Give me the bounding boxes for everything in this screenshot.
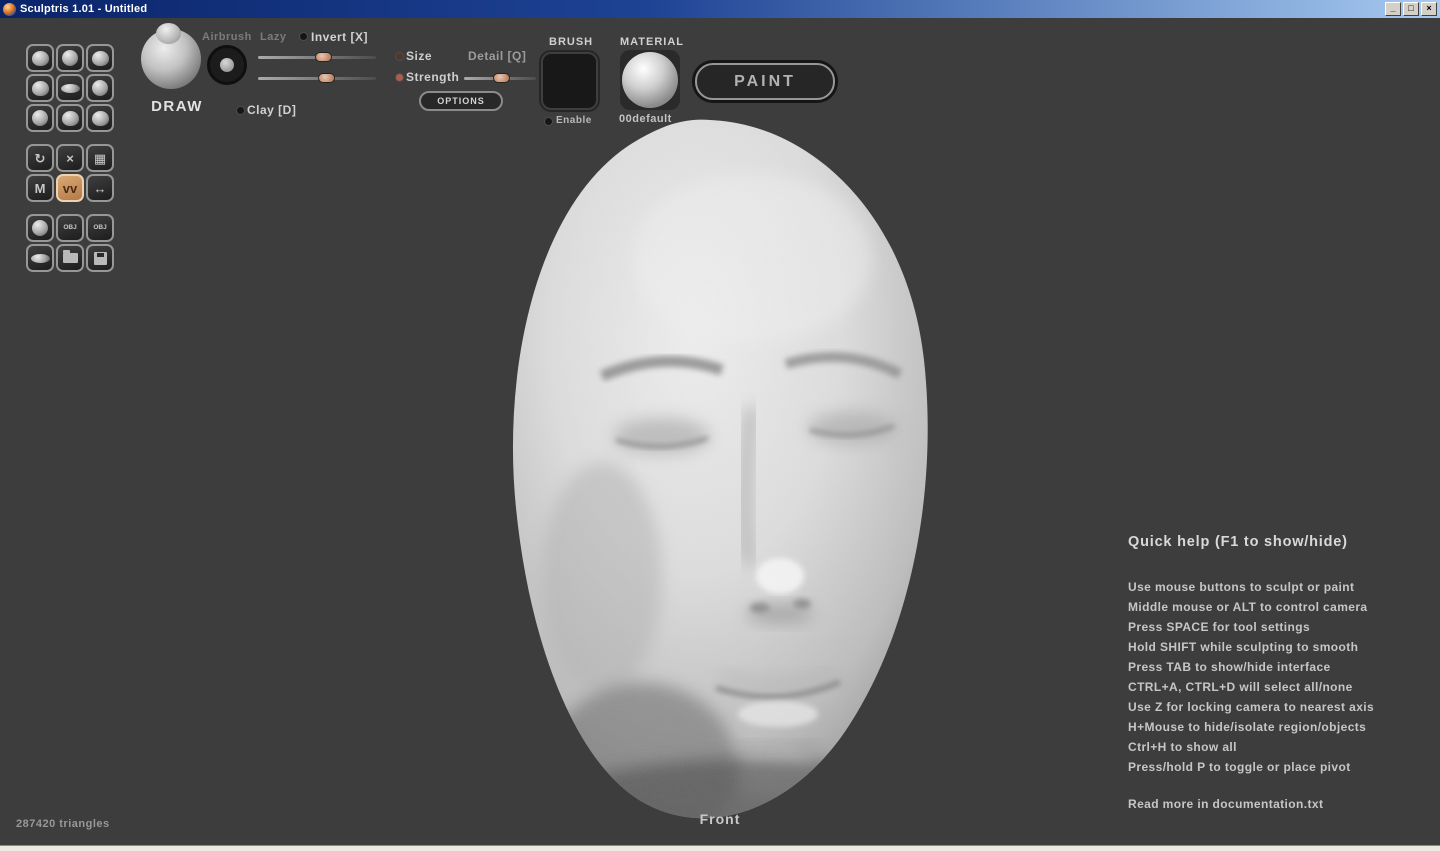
minimize-button[interactable]: _ [1385,2,1401,16]
new-sphere-icon [32,220,48,236]
help-line: Middle mouse or ALT to control camera [1128,597,1433,617]
help-line: H+Mouse to hide/isolate region/objects [1128,717,1433,737]
window-title: Sculptris 1.01 - Untitled [20,3,147,15]
quick-help-lines: Use mouse buttons to sculpt or paintMidd… [1128,577,1433,777]
export-obj-button[interactable]: OBJ [86,214,114,242]
flatten-tool-button[interactable] [56,74,84,102]
pinch-tool-button[interactable] [56,104,84,132]
quick-help-footer: Read more in documentation.txt [1128,797,1433,811]
size-radio[interactable] [396,53,403,60]
wireframe-toggle-icon: vv [63,182,77,195]
restore-button[interactable]: □ [1403,2,1419,16]
clay-radio[interactable] [237,107,244,114]
draw-tool-label: DRAW [146,98,208,115]
help-line: Ctrl+H to show all [1128,737,1433,757]
reduce-selected-button[interactable]: ↻ [26,144,54,172]
save-file-button[interactable] [86,244,114,272]
new-plane-icon [31,254,50,263]
options-button[interactable]: OPTIONS [419,91,503,111]
grab-tool-icon [92,80,108,96]
brush-enable-radio[interactable] [545,118,552,125]
symmetry-toggle-icon: ↔ [94,182,107,195]
sculptris-window: Sculptris 1.01 - Untitled _ □ × [0,0,1440,851]
open-file-button[interactable] [56,244,84,272]
inflate-tool-icon [32,110,48,126]
subdivide-all-button[interactable]: ▦ [86,144,114,172]
detail-slider-handle[interactable] [493,73,510,83]
inflate-tool-button[interactable] [26,104,54,132]
help-line: Hold SHIFT while sculpting to smooth [1128,637,1433,657]
brush-preview-sphere[interactable] [141,29,201,89]
scale-tool-icon [92,51,109,66]
window-controls: _ □ × [1385,2,1437,16]
open-file-icon [63,253,78,263]
material-name: 00default [619,113,672,125]
help-line: Use mouse buttons to sculpt or paint [1128,577,1433,597]
grab-tool-button[interactable] [86,74,114,102]
quick-help-title: Quick help (F1 to show/hide) [1128,534,1433,550]
help-line: Press TAB to show/hide interface [1128,657,1433,677]
strength-slider-track[interactable] [258,77,376,80]
strength-radio[interactable] [396,74,403,81]
import-obj-icon: OBJ [63,225,76,232]
mask-toggle-button[interactable]: M [26,174,54,202]
view-orientation-label: Front [659,811,781,827]
invert-radio[interactable] [300,33,307,40]
brush-section-label: BRUSH [549,36,593,48]
size-slider-handle[interactable] [315,52,332,62]
brush-enable-label: Enable [556,115,592,126]
title-bar[interactable]: Sculptris 1.01 - Untitled _ □ × [0,0,1440,18]
quick-help-panel: Quick help (F1 to show/hide) Use mouse b… [1128,534,1433,811]
close-button[interactable]: × [1421,2,1437,16]
sculpt-tool-group [26,44,114,132]
clay-label: Clay [D] [247,103,296,117]
help-line: Press SPACE for tool settings [1128,617,1433,637]
scale-tool-button[interactable] [86,44,114,72]
wireframe-toggle-button[interactable]: vv [56,174,84,202]
material-section-label: MATERIAL [620,36,684,48]
detail-label: Detail [Q] [468,49,526,63]
save-file-icon [94,252,107,265]
app-icon [3,3,16,16]
draw-tool-icon [32,81,49,96]
airbrush-falloff-preview[interactable] [207,45,247,85]
clear-mask-icon: × [66,152,74,165]
help-line: Press/hold P to toggle or place pivot [1128,757,1433,777]
mask-toggle-icon: M [35,182,46,195]
strength-label: Strength [406,70,459,84]
help-line: CTRL+A, CTRL+D will select all/none [1128,677,1433,697]
horizontal-scrollbar[interactable] [0,845,1440,851]
smooth-tool-button[interactable] [86,104,114,132]
crease-tool-icon [32,51,49,66]
brush-texture-slot[interactable] [541,52,598,110]
clear-mask-button[interactable]: × [56,144,84,172]
size-label: Size [406,49,432,63]
reduce-selected-icon: ↻ [35,152,46,165]
export-obj-icon: OBJ [93,225,106,232]
mesh-option-group: ↻ × ▦ Mvv ↔ [26,144,114,202]
new-plane-button[interactable] [26,244,54,272]
lazy-label[interactable]: Lazy [260,31,286,43]
material-sphere-icon [622,52,678,108]
smooth-tool-icon [92,111,109,126]
strength-slider-handle[interactable] [318,73,335,83]
new-sphere-button[interactable] [26,214,54,242]
symmetry-toggle-button[interactable]: ↔ [86,174,114,202]
crease-tool-button[interactable] [26,44,54,72]
subdivide-all-icon: ▦ [94,152,106,165]
material-slot[interactable] [620,50,680,110]
help-line: Use Z for locking camera to nearest axis [1128,697,1433,717]
flatten-tool-icon [61,84,80,93]
paint-mode-button[interactable]: PAINT [695,63,835,100]
file-tool-group: OBJ OBJ [26,214,114,272]
triangle-count: 287420 triangles [16,818,110,830]
pinch-tool-icon [62,111,79,126]
rotate-tool-icon [62,50,78,66]
import-obj-button[interactable]: OBJ [56,214,84,242]
draw-tool-button[interactable] [26,74,54,102]
3d-viewport-model[interactable] [452,108,988,840]
airbrush-label[interactable]: Airbrush [202,31,252,43]
rotate-tool-button[interactable] [56,44,84,72]
invert-label: Invert [X] [311,30,368,44]
